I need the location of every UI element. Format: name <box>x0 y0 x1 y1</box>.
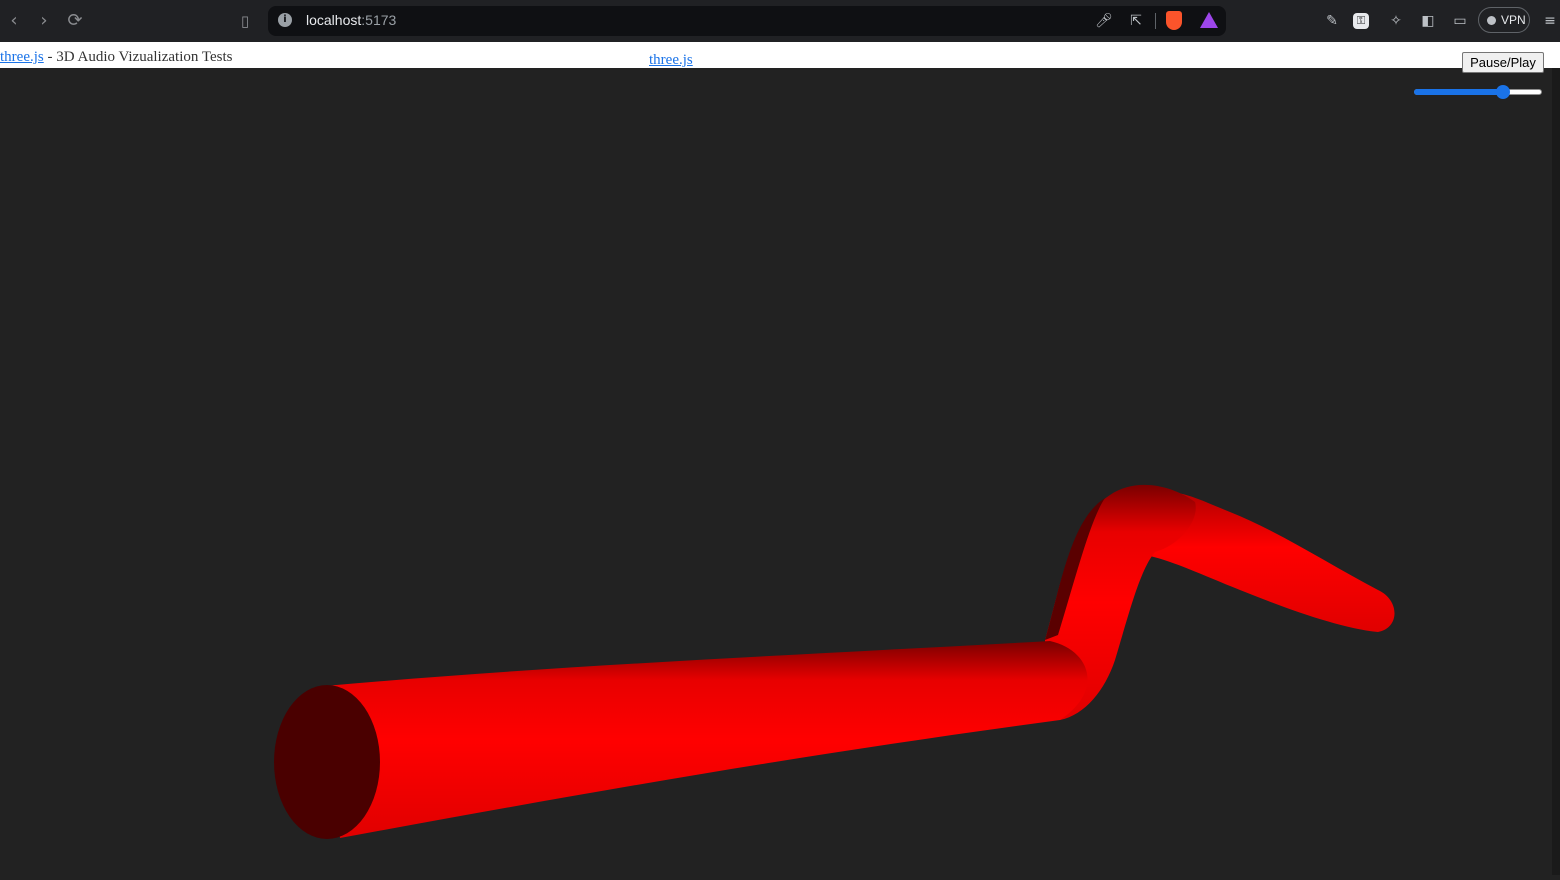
address-divider <box>1155 13 1156 29</box>
threejs-link[interactable]: three.js <box>0 49 44 65</box>
slider-thumb[interactable] <box>1496 85 1510 99</box>
info-center: three.js webgl - geometry extrude shapes <box>649 52 895 69</box>
sidebar-icon[interactable]: ◧ <box>1417 10 1439 32</box>
bookmark-icon[interactable]: ▯ <box>233 9 257 33</box>
webgl-canvas[interactable] <box>0 68 1560 875</box>
share-icon[interactable]: ⇱ <box>1126 11 1146 31</box>
url-port: :5173 <box>361 12 397 28</box>
slider-fill <box>1414 89 1503 95</box>
threejs-link-center[interactable]: three.js <box>649 52 693 68</box>
brave-shields-icon[interactable] <box>1166 11 1182 30</box>
info-left: three.js - 3D Audio Vizualization Tests <box>0 49 232 66</box>
vpn-label: VPN <box>1501 13 1526 27</box>
back-icon[interactable]: ‹ <box>2 9 26 33</box>
info-center-text: webgl - geometry extrude shapes <box>692 52 895 68</box>
volume-slider[interactable] <box>1414 82 1544 102</box>
url-text[interactable]: localhost:5173 <box>306 12 396 28</box>
microphone-icon[interactable]: 🎤︎ <box>1094 11 1114 31</box>
forward-icon[interactable]: › <box>32 9 56 33</box>
vpn-status-icon <box>1487 16 1496 25</box>
info-left-text: - 3D Audio Vizualization Tests <box>43 49 233 65</box>
menu-icon[interactable]: ≡ <box>1539 10 1560 32</box>
address-bar[interactable]: i localhost:5173 🎤︎ ⇱ <box>268 6 1226 36</box>
vpn-button[interactable]: VPN <box>1478 7 1530 33</box>
tube-render <box>274 484 1395 839</box>
reload-icon[interactable]: ⟳ <box>63 9 87 33</box>
brave-rewards-icon[interactable] <box>1200 12 1218 28</box>
extensions-icon[interactable]: ✧ <box>1385 10 1407 32</box>
tube-main-body <box>325 641 1088 838</box>
password-manager-icon[interactable]: ⚿ <box>1353 13 1369 29</box>
url-host: localhost <box>306 12 362 28</box>
page-scrollbar[interactable] <box>1552 68 1560 875</box>
wallet-icon[interactable]: ▭ <box>1449 10 1471 32</box>
browser-toolbar: ‹ › ⟳ ▯ i localhost:5173 🎤︎ ⇱ ✎ ⚿ ✧ ◧ ▭ … <box>0 0 1560 43</box>
leo-icon[interactable]: ✎ <box>1321 10 1343 32</box>
pause-play-button[interactable]: Pause/Play <box>1462 52 1544 73</box>
site-info-icon[interactable]: i <box>278 13 292 27</box>
tube-end-cap <box>274 685 380 839</box>
